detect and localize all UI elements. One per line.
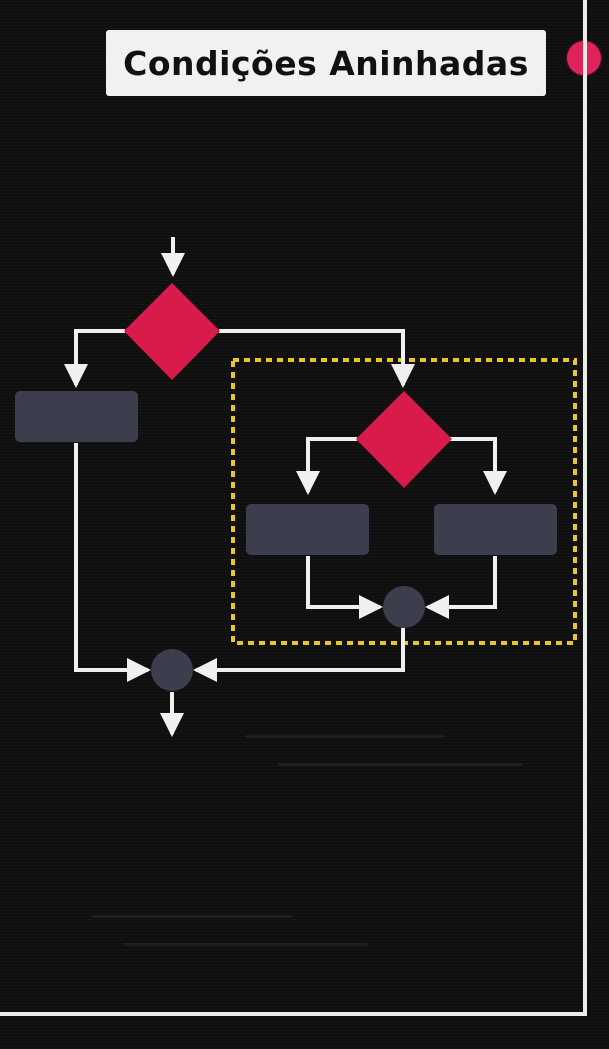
decision-outer bbox=[124, 283, 220, 380]
merge-inner bbox=[383, 586, 425, 628]
process-left bbox=[15, 391, 138, 442]
merge-outer bbox=[151, 649, 193, 691]
decision-inner bbox=[356, 391, 452, 488]
faint-line bbox=[124, 943, 369, 946]
faint-line bbox=[92, 915, 292, 918]
edge-inner-left-to-inner-merge bbox=[306, 556, 383, 619]
faint-line bbox=[245, 735, 445, 738]
edge-left-process-to-outer-merge bbox=[74, 443, 151, 682]
edge-inner-decision-to-inner-left-process bbox=[296, 437, 357, 495]
edge-outer-decision-to-left-process bbox=[64, 329, 125, 388]
edge-inner-right-to-inner-merge bbox=[425, 556, 497, 619]
flowchart-diagram bbox=[15, 237, 577, 737]
process-inner-left bbox=[246, 504, 369, 555]
edge-inner-merge-to-outer-merge bbox=[193, 628, 405, 682]
faint-line bbox=[278, 763, 523, 766]
edge-inner-decision-to-inner-right-process bbox=[450, 437, 507, 495]
process-inner-right bbox=[434, 504, 557, 555]
